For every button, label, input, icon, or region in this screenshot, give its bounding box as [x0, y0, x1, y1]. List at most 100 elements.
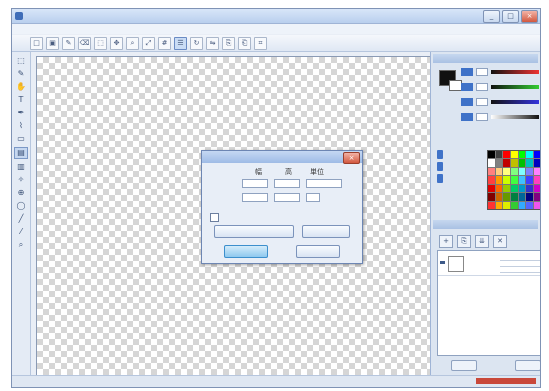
row2-height-input[interactable] — [274, 193, 300, 202]
shape-tool-icon[interactable]: ◯ — [15, 201, 27, 211]
palette-swatch[interactable] — [495, 184, 503, 193]
picker-tool-icon[interactable]: ⁄ — [15, 227, 27, 237]
palette-swatch[interactable] — [503, 167, 510, 176]
palette-swatch[interactable] — [526, 201, 533, 209]
palette-swatch[interactable] — [495, 159, 503, 167]
palette-swatch[interactable] — [510, 176, 518, 184]
eraser-tool-icon[interactable]: ▭ — [15, 134, 27, 144]
move-icon[interactable]: ✥ — [110, 36, 123, 50]
eraser-icon[interactable]: ⌫ — [78, 36, 91, 50]
palette-swatch[interactable] — [518, 159, 526, 167]
flip-icon[interactable]: ⇋ — [206, 36, 219, 50]
palette-swatch[interactable] — [488, 176, 495, 184]
row1-height-input[interactable] — [274, 179, 300, 188]
layer-icon[interactable]: ☰ — [174, 36, 187, 50]
keep-ratio-checkbox[interactable] — [210, 213, 219, 222]
palette-swatch[interactable] — [488, 167, 495, 176]
dialog-option-button-1[interactable] — [214, 225, 294, 238]
palette-swatch[interactable] — [495, 201, 503, 209]
palette-swatch[interactable] — [503, 184, 510, 193]
delete-layer-icon[interactable]: ✕ — [493, 235, 507, 248]
new-layer-icon[interactable]: + — [439, 235, 453, 248]
grid-icon[interactable]: # — [158, 36, 171, 50]
layer-panel-button-2[interactable] — [515, 360, 540, 371]
close-button[interactable]: × — [521, 10, 538, 23]
palette-tab-1[interactable] — [437, 150, 443, 159]
layer-row[interactable] — [438, 253, 540, 276]
palette-swatch[interactable] — [526, 176, 533, 184]
rotate-icon[interactable]: ↻ — [190, 36, 203, 50]
palette-swatch[interactable] — [510, 167, 518, 176]
palette-swatch[interactable] — [495, 176, 503, 184]
row2-unit-input[interactable] — [306, 193, 320, 202]
color-slider-1[interactable] — [461, 68, 539, 76]
new-icon[interactable]: □ — [30, 36, 43, 50]
palette-swatch[interactable] — [510, 159, 518, 167]
copy-layer-icon[interactable]: ⎘ — [457, 235, 471, 248]
text-tool-icon[interactable]: T — [15, 95, 27, 105]
palette-swatch[interactable] — [488, 159, 495, 167]
palette-swatch[interactable] — [503, 193, 510, 201]
eye-icon[interactable] — [440, 261, 445, 264]
palette-swatch[interactable] — [488, 184, 495, 193]
paste-icon[interactable]: ⎗ — [238, 36, 251, 50]
palette-swatch[interactable] — [510, 151, 518, 159]
save-icon[interactable]: ▣ — [46, 36, 59, 50]
pen-tool-icon[interactable]: ✒ — [15, 108, 27, 118]
palette-swatch[interactable] — [533, 159, 540, 167]
palette-swatch[interactable] — [503, 151, 510, 159]
hand-tool-icon[interactable]: ✋ — [15, 82, 27, 92]
palette-swatch[interactable] — [518, 193, 526, 201]
layer-panel-button-1[interactable] — [451, 360, 477, 371]
palette-swatch[interactable] — [533, 193, 540, 201]
palette-swatch[interactable] — [518, 201, 526, 209]
color-slider-3[interactable] — [461, 98, 539, 106]
gradient-tool-icon[interactable]: ▥ — [15, 162, 27, 172]
minimize-button[interactable]: _ — [483, 10, 500, 23]
palette-swatch[interactable] — [495, 193, 503, 201]
palette-swatch[interactable] — [503, 159, 510, 167]
palette-swatch[interactable] — [488, 151, 495, 159]
zoom-tool-icon[interactable]: ⌕ — [15, 240, 27, 250]
palette-swatch[interactable] — [526, 159, 533, 167]
palette-swatch[interactable] — [526, 151, 533, 159]
copy-icon[interactable]: ⎘ — [222, 36, 235, 50]
palette-swatch[interactable] — [533, 176, 540, 184]
palette-tab-2[interactable] — [437, 162, 443, 171]
cancel-button[interactable] — [296, 245, 340, 258]
palette-swatch[interactable] — [503, 201, 510, 209]
palette-swatch[interactable] — [488, 193, 495, 201]
palette-tab-3[interactable] — [437, 174, 443, 183]
merge-layer-icon[interactable]: ⇊ — [475, 235, 489, 248]
maximize-button[interactable]: □ — [502, 10, 519, 23]
palette-swatch[interactable] — [488, 201, 495, 209]
pen-icon[interactable]: ✎ — [62, 36, 75, 50]
color-slider-2[interactable] — [461, 83, 539, 91]
palette-swatch[interactable] — [495, 151, 503, 159]
fit-icon[interactable]: ⤢ — [142, 36, 155, 50]
palette-swatch[interactable] — [503, 176, 510, 184]
brush-tool-icon[interactable]: ⌇ — [15, 121, 27, 131]
lasso-tool-icon[interactable]: ✎ — [15, 69, 27, 79]
palette-swatch[interactable] — [518, 176, 526, 184]
dialog-close-button[interactable]: × — [343, 152, 360, 164]
spray-tool-icon[interactable]: ✧ — [15, 175, 27, 185]
palette-swatch[interactable] — [495, 167, 503, 176]
select-tool-icon[interactable]: ⬚ — [15, 56, 27, 66]
crop-icon[interactable]: ⌗ — [254, 36, 267, 50]
row1-unit-select[interactable] — [306, 179, 342, 188]
stamp-tool-icon[interactable]: ⊕ — [15, 188, 27, 198]
palette-swatch[interactable] — [526, 167, 533, 176]
palette-swatch[interactable] — [510, 201, 518, 209]
zoom-icon[interactable]: ⌕ — [126, 36, 139, 50]
palette-swatch[interactable] — [510, 193, 518, 201]
palette-swatch[interactable] — [533, 201, 540, 209]
palette-swatch[interactable] — [518, 184, 526, 193]
fill-tool-icon[interactable]: ▤ — [14, 147, 28, 159]
row2-width-input[interactable] — [242, 193, 268, 202]
palette-swatch[interactable] — [526, 193, 533, 201]
palette-swatch[interactable] — [518, 167, 526, 176]
palette-swatch[interactable] — [518, 151, 526, 159]
ok-button[interactable] — [224, 245, 268, 258]
palette-swatch[interactable] — [533, 151, 540, 159]
